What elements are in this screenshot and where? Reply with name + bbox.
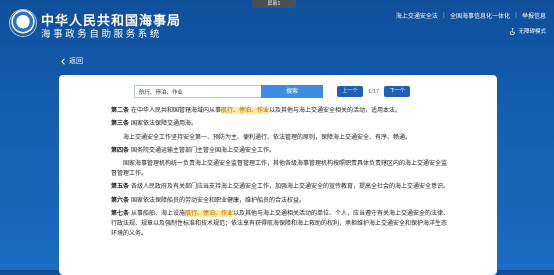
law-text: 第二条 在中华人民共和国管辖海域内从事航行、停泊、作业以及其他与海上交通安全相关… <box>111 106 451 242</box>
back-label: 返回 <box>69 57 83 65</box>
article-number: 第七条 <box>111 210 130 218</box>
law-text-segment: 各级人民政府及有关部门应当支持海上交通安全工作，加强海上交通安全的宣传教育，提高… <box>130 183 449 191</box>
law-paragraph: 第七条 从事船舶、海上设施航行、停泊、作业以及其他与海上交通相关活动的单位、个人… <box>111 209 451 239</box>
nav-link-informatization[interactable]: 全国海事信息化一体化 <box>450 11 510 20</box>
law-paragraph: 海上交通安全工作坚持安全第一、预防为主、便利通行、依法管理的原则，保障海上交通安… <box>111 133 451 143</box>
back-button[interactable]: 返回 <box>60 56 83 66</box>
prev-result-button[interactable]: 上一个 <box>337 86 363 97</box>
article-number: 第四条 <box>111 146 130 154</box>
wheelchair-icon <box>510 27 516 35</box>
search-input[interactable] <box>134 85 261 98</box>
search-highlight: 航行、停泊、作业 <box>220 107 269 114</box>
article-number: 第二条 <box>111 107 130 114</box>
search-button[interactable]: 搜索 <box>261 85 323 98</box>
law-paragraph: 第四条 国务院交通运输主管部门主管全国海上交通安全工作。 <box>111 146 451 156</box>
law-text-segment: 在中华人民共和国管辖海域内从事 <box>130 107 221 114</box>
law-paragraph: 第三条 国家依法保障交通用海。 <box>111 119 451 129</box>
law-text-segment: 以及其他与海上交通安全相关的活动，适用本法。 <box>268 107 401 114</box>
law-paragraph: 第五条 各级人民政府及有关部门应当支持海上交通安全工作，加强海上交通安全的宣传教… <box>111 182 451 192</box>
law-paragraph: 第六条 国家依法保障船员的劳动安全和职业健康，维护船员的合法权益。 <box>111 196 451 206</box>
nav-link-maritime-law[interactable]: 海上交通安全法 <box>396 11 438 20</box>
article-number: 第五条 <box>111 183 130 191</box>
law-text-segment: 国家海事管理机构统一负责海上交通安全监督管理工作，其他各级海事管理机构按照职责具… <box>111 160 448 178</box>
result-counter: 1/17 <box>368 88 380 95</box>
law-text-segment: 国家依法保障船员的劳动安全和职业健康，维护船员的合法权益。 <box>130 196 305 204</box>
search-bar: 搜索 上一个 1/17 下一个 <box>134 85 411 98</box>
nav-link-report-info[interactable]: 举报信息 <box>522 11 546 20</box>
nav-separator: | <box>442 12 445 19</box>
next-result-button[interactable]: 下一个 <box>384 86 411 97</box>
law-text-segment: 从事船舶、海上设施 <box>130 210 185 218</box>
article-number: 第三条 <box>111 120 130 128</box>
law-text-segment: 国家依法保障交通用海。 <box>130 120 197 128</box>
accessibility-mode-label: 无障碍模式 <box>518 29 546 35</box>
system-subtitle: 海事政务自助服务系统 <box>41 29 163 40</box>
document-panel: 搜索 上一个 1/17 下一个 第二条 在中华人民共和国管辖海域内从事航行、停泊… <box>59 75 497 275</box>
accessibility-mode-toggle[interactable]: 无障碍模式 <box>509 27 546 35</box>
article-number: 第六条 <box>111 196 130 204</box>
law-text-segment: 海上交通安全工作坚持安全第一、预防为主、便利通行、依法管理的原则，保障海上交通安… <box>123 133 412 141</box>
search-highlight: 航行、停泊、作业 <box>184 210 233 218</box>
chevron-left-icon <box>61 57 65 65</box>
top-nav: 海上交通安全法 | 全国海事信息化一体化 | 举报信息 <box>396 11 546 20</box>
screen-tab[interactable]: 屏幕1 <box>252 0 296 8</box>
law-paragraph: 国家海事管理机构统一负责海上交通安全监督管理工作，其他各级海事管理机构按照职责具… <box>111 159 451 179</box>
nav-separator: | <box>514 12 517 19</box>
msa-emblem-logo <box>10 10 36 36</box>
law-paragraph: 第二条 在中华人民共和国管辖海域内从事航行、停泊、作业以及其他与海上交通安全相关… <box>111 106 451 116</box>
law-text-segment: 国务院交通运输主管部门主管全国海上交通安全工作。 <box>130 146 275 154</box>
